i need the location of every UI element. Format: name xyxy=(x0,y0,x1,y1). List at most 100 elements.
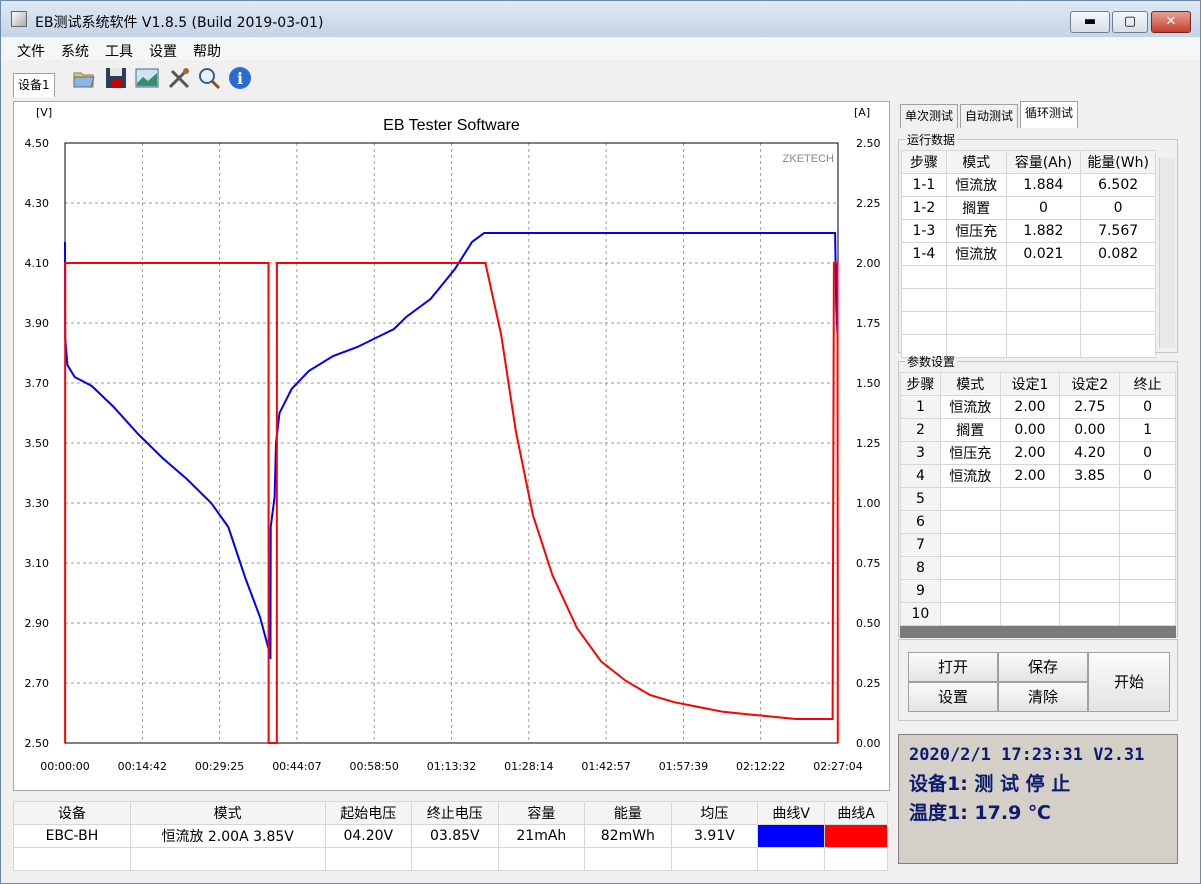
run-cell[interactable] xyxy=(1080,311,1156,335)
run-cell[interactable] xyxy=(901,311,947,335)
menu-system[interactable]: 系统 xyxy=(61,41,89,61)
run-cell[interactable] xyxy=(901,288,947,312)
param-cell[interactable]: 9 xyxy=(900,579,941,603)
settings-button[interactable]: 设置 xyxy=(908,682,998,712)
table-row[interactable]: 9 xyxy=(900,579,1176,603)
param-cell[interactable]: 4.20 xyxy=(1059,441,1121,465)
param-cell[interactable]: 搁置 xyxy=(939,418,1001,442)
param-cell[interactable] xyxy=(939,556,1001,580)
param-cell[interactable]: 8 xyxy=(900,556,941,580)
param-cell[interactable] xyxy=(999,510,1061,534)
run-cell[interactable]: 1-1 xyxy=(901,173,947,197)
table-row[interactable]: 1-3 恒压充 1.882 7.567 xyxy=(901,219,1156,243)
run-cell[interactable] xyxy=(1080,265,1156,289)
tab-single-test[interactable]: 单次测试 xyxy=(900,104,959,128)
run-cell[interactable]: 7.567 xyxy=(1080,219,1156,243)
tools-icon[interactable] xyxy=(166,65,192,91)
clear-button[interactable]: 清除 xyxy=(998,682,1088,712)
param-cell[interactable]: 10 xyxy=(900,602,941,626)
param-cell[interactable]: 2.00 xyxy=(999,441,1061,465)
run-cell[interactable] xyxy=(945,265,1007,289)
table-row[interactable]: 5 xyxy=(900,487,1176,511)
param-cell[interactable]: 2 xyxy=(900,418,941,442)
param-cell[interactable]: 6 xyxy=(900,510,941,534)
run-cell[interactable]: 恒压充 xyxy=(945,219,1007,243)
run-table-scrollbar[interactable] xyxy=(1159,158,1175,348)
table-row[interactable]: 6 xyxy=(900,510,1176,534)
param-cell[interactable] xyxy=(1119,579,1176,603)
table-row[interactable]: 8 xyxy=(900,556,1176,580)
param-cell[interactable]: 0 xyxy=(1119,441,1176,465)
param-cell[interactable]: 3 xyxy=(900,441,941,465)
param-cell[interactable] xyxy=(1059,579,1121,603)
run-cell[interactable]: 1-2 xyxy=(901,196,947,220)
param-cell[interactable] xyxy=(999,602,1061,626)
param-cell[interactable] xyxy=(999,533,1061,557)
run-cell[interactable]: 0 xyxy=(1005,196,1082,220)
device-tab[interactable]: 设备1 xyxy=(13,73,55,97)
param-cell[interactable]: 0 xyxy=(1119,464,1176,488)
param-cell[interactable]: 7 xyxy=(900,533,941,557)
param-cell[interactable]: 0.00 xyxy=(1059,418,1121,442)
table-row[interactable]: 7 xyxy=(900,533,1176,557)
param-cell[interactable]: 2.75 xyxy=(1059,395,1121,419)
param-cell[interactable] xyxy=(1119,533,1176,557)
param-cell[interactable] xyxy=(1059,533,1121,557)
run-cell[interactable] xyxy=(1005,265,1082,289)
run-cell[interactable]: 1.884 xyxy=(1005,173,1082,197)
table-row[interactable]: 1-1 恒流放 1.884 6.502 xyxy=(901,173,1156,197)
table-row[interactable] xyxy=(901,265,1156,289)
summary-table[interactable]: 设备 模式 起始电压 终止电压 容量 能量 均压 曲线V 曲线A EBC-BH 恒流放 2.00A … xyxy=(13,801,888,871)
run-cell[interactable] xyxy=(1080,288,1156,312)
run-cell[interactable]: 1-4 xyxy=(901,242,947,266)
param-cell[interactable] xyxy=(1119,556,1176,580)
menu-help[interactable]: 帮助 xyxy=(193,41,221,61)
table-row[interactable]: 3 恒压充 2.00 4.20 0 xyxy=(900,441,1176,465)
menu-file[interactable]: 文件 xyxy=(17,41,45,61)
param-cell[interactable]: 0.00 xyxy=(999,418,1061,442)
table-row[interactable]: 1 恒流放 2.00 2.75 0 xyxy=(900,395,1176,419)
param-cell[interactable] xyxy=(1059,556,1121,580)
table-row[interactable]: 1-4 恒流放 0.021 0.082 xyxy=(901,242,1156,266)
search-icon[interactable] xyxy=(196,65,222,91)
table-row[interactable] xyxy=(901,288,1156,312)
param-cell[interactable] xyxy=(939,510,1001,534)
maximize-button[interactable]: ▢ xyxy=(1112,11,1148,33)
param-cell[interactable]: 2.00 xyxy=(999,395,1061,419)
curve-v-swatch[interactable] xyxy=(757,824,826,848)
run-cell[interactable] xyxy=(1005,288,1082,312)
run-cell[interactable]: 0.082 xyxy=(1080,242,1156,266)
param-cell[interactable] xyxy=(999,579,1061,603)
run-cell[interactable]: 1.882 xyxy=(1005,219,1082,243)
param-cell[interactable] xyxy=(1119,510,1176,534)
table-row[interactable]: 4 恒流放 2.00 3.85 0 xyxy=(900,464,1176,488)
run-cell[interactable]: 恒流放 xyxy=(945,173,1007,197)
table-row[interactable]: 1-2 搁置 0 0 xyxy=(901,196,1156,220)
param-cell[interactable]: 5 xyxy=(900,487,941,511)
param-cell[interactable]: 0 xyxy=(1119,395,1176,419)
param-cell[interactable]: 恒压充 xyxy=(939,441,1001,465)
run-cell[interactable]: 0.021 xyxy=(1005,242,1082,266)
table-row[interactable]: 10 xyxy=(900,602,1176,626)
param-cell[interactable]: 4 xyxy=(900,464,941,488)
param-cell[interactable] xyxy=(999,556,1061,580)
table-row[interactable] xyxy=(901,311,1156,335)
param-settings-table[interactable]: 步骤 模式 设定1 设定2 终止 1 恒流放 2.00 2.75 0 2 搁置 0.00 0.00 1 3 恒压… xyxy=(900,372,1176,626)
tab-cycle-test[interactable]: 循环测试 xyxy=(1020,101,1079,128)
run-cell[interactable]: 0 xyxy=(1080,196,1156,220)
param-cell[interactable] xyxy=(939,579,1001,603)
menu-tools[interactable]: 工具 xyxy=(105,41,133,61)
run-cell[interactable]: 恒流放 xyxy=(945,242,1007,266)
param-cell[interactable]: 恒流放 xyxy=(939,395,1001,419)
param-cell[interactable]: 1 xyxy=(1119,418,1176,442)
info-icon[interactable]: i xyxy=(227,65,253,91)
param-cell[interactable] xyxy=(1059,487,1121,511)
param-cell[interactable] xyxy=(999,487,1061,511)
param-cell[interactable] xyxy=(939,533,1001,557)
table-row[interactable]: EBC-BH 恒流放 2.00A 3.85V 04.20V 03.85V 21mAh 82… xyxy=(13,824,888,848)
run-cell[interactable] xyxy=(1005,311,1082,335)
run-cell[interactable] xyxy=(945,311,1007,335)
minimize-button[interactable]: ▬ xyxy=(1070,11,1110,33)
param-cell[interactable]: 3.85 xyxy=(1059,464,1121,488)
start-button[interactable]: 开始 xyxy=(1088,652,1170,712)
